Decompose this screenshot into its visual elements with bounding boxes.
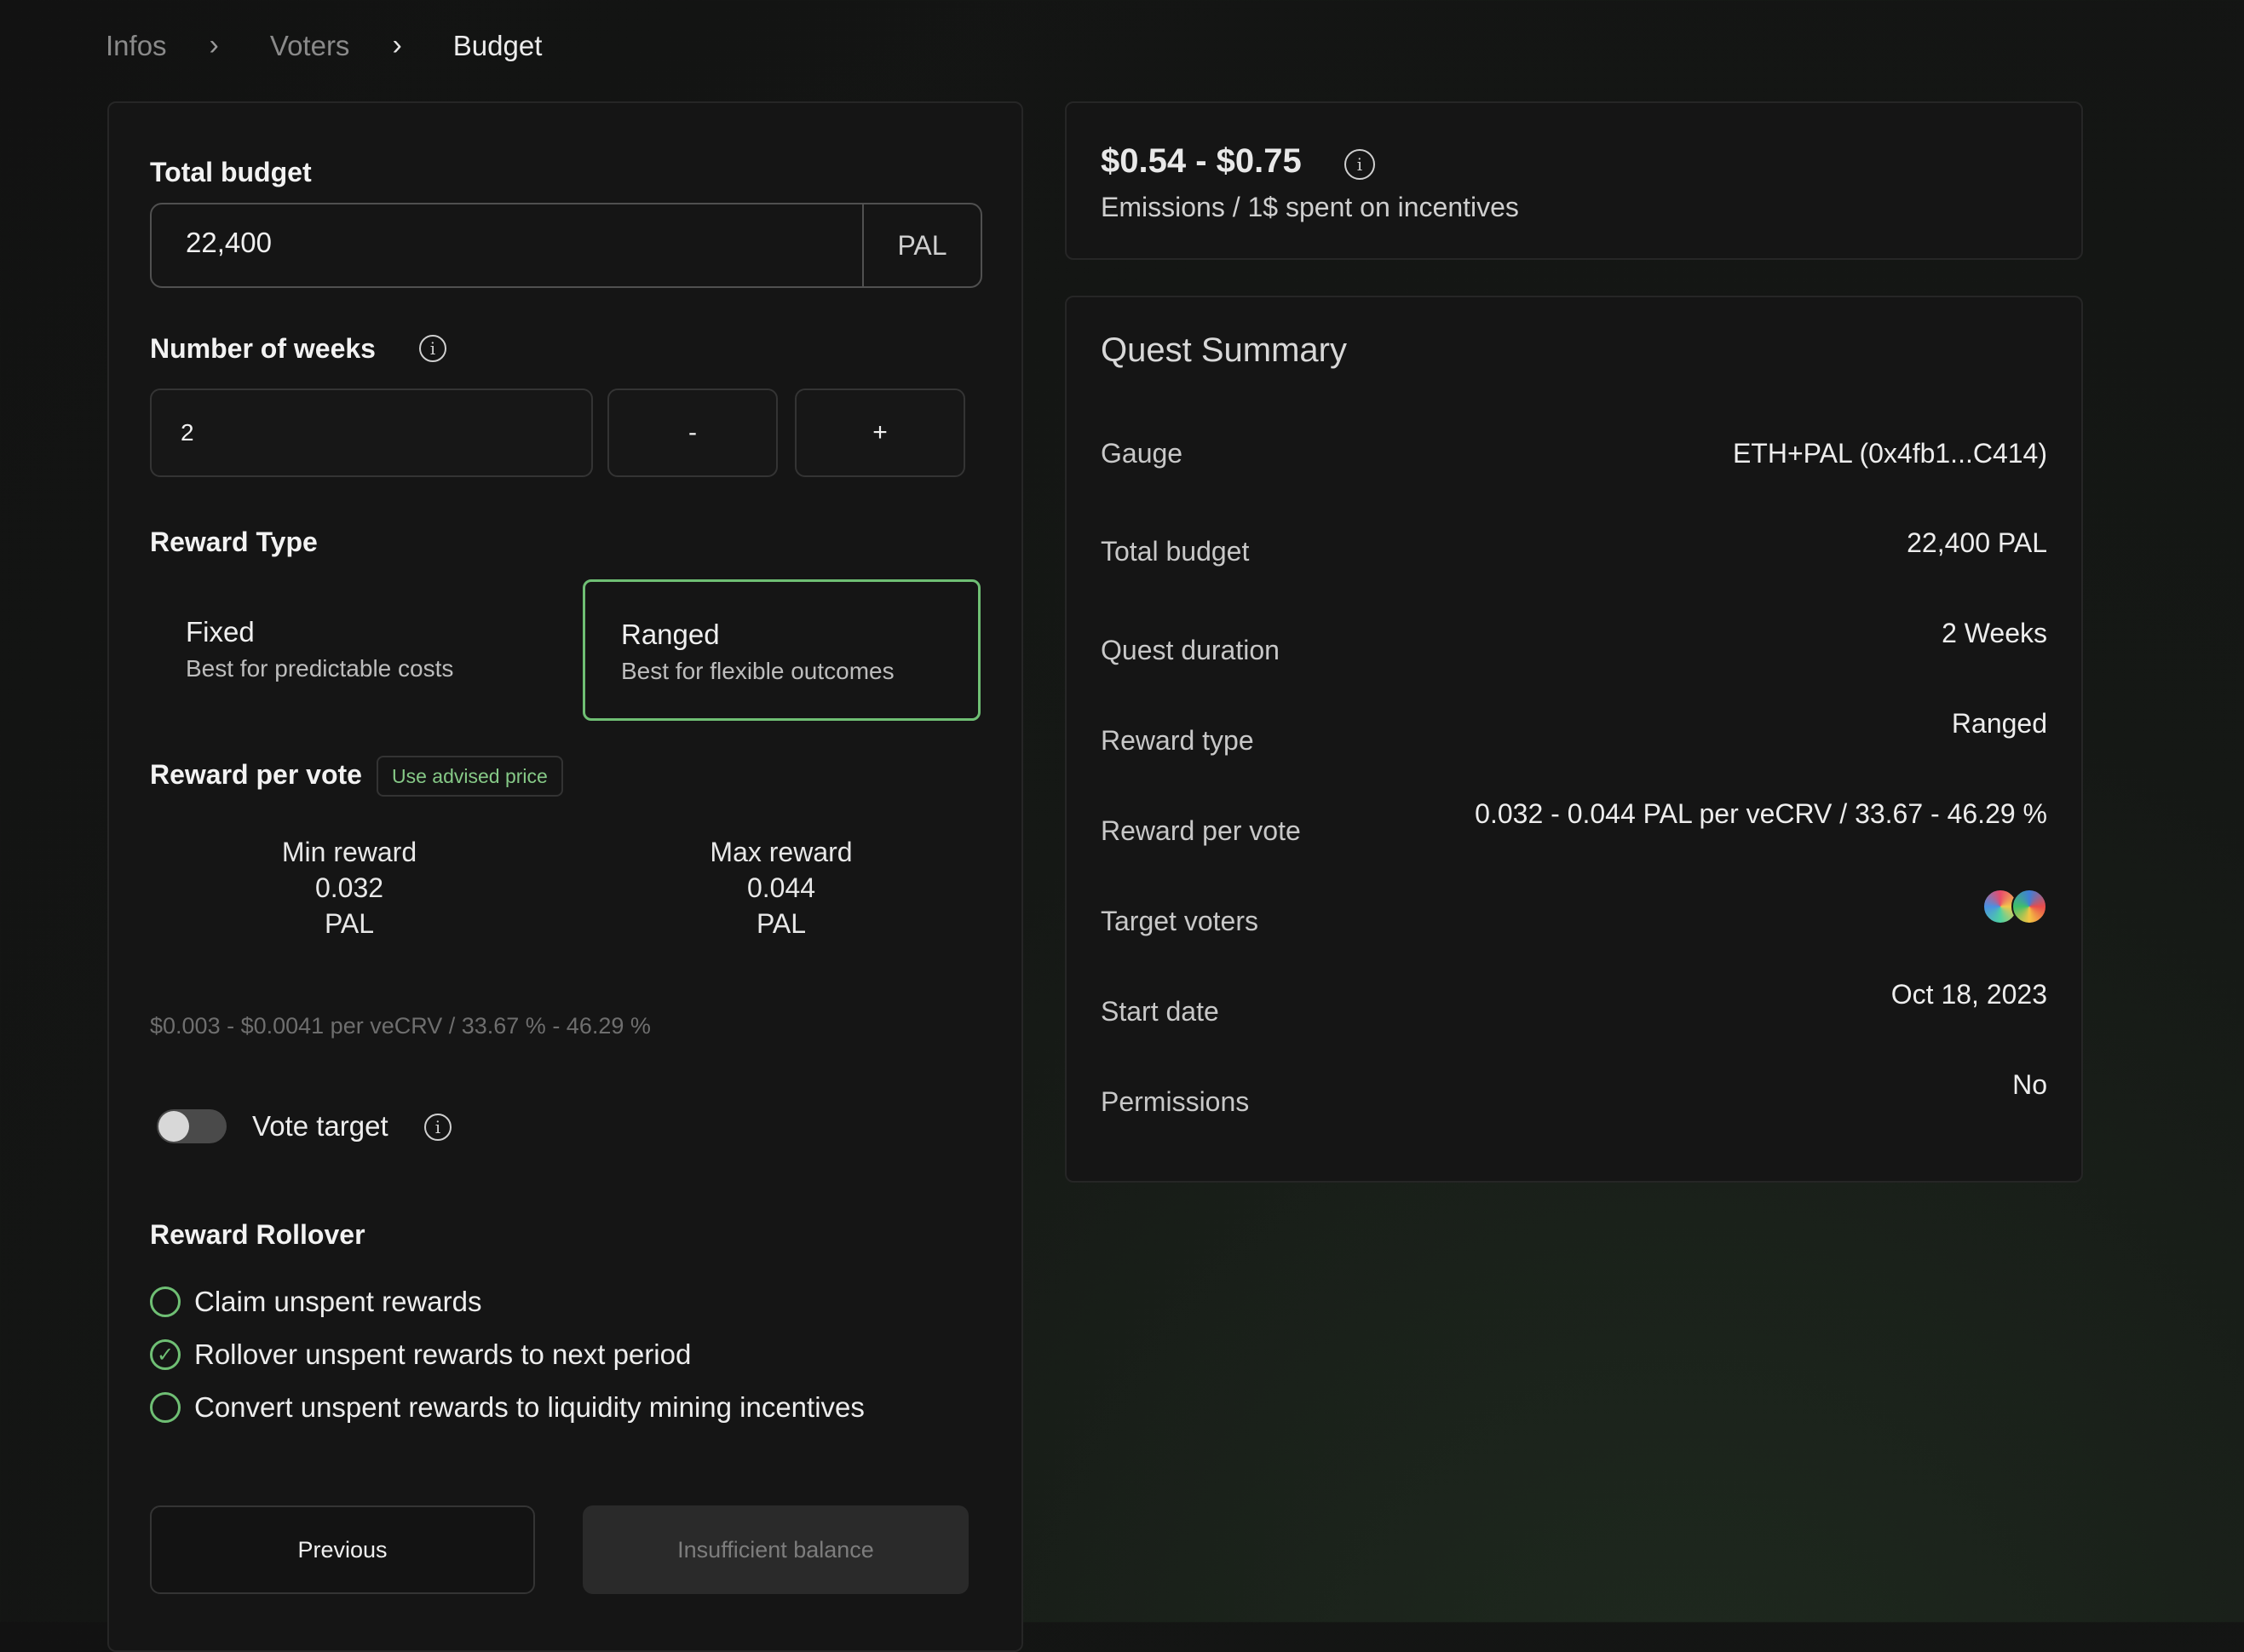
reward-type-title: Ranged xyxy=(621,619,720,650)
total-budget-field[interactable]: 22,400 PAL xyxy=(150,203,982,288)
summary-label-permissions: Permissions xyxy=(1101,1086,1250,1117)
min-reward[interactable]: Min reward 0.032 PAL xyxy=(222,834,477,941)
breadcrumb-infos[interactable]: Infos xyxy=(106,30,167,62)
rollover-option-claim[interactable]: Claim unspent rewards xyxy=(150,1286,481,1318)
summary-label-reward-per-vote: Reward per vote xyxy=(1101,815,1301,846)
summary-value-gauge: ETH+PAL (0x4fb1...C414) xyxy=(1732,438,2047,469)
summary-value-total-budget: 22,400 PAL xyxy=(1907,527,2047,558)
info-icon[interactable]: i xyxy=(424,1114,452,1141)
vote-target-toggle[interactable] xyxy=(157,1109,227,1143)
reward-type-subtitle: Best for flexible outcomes xyxy=(621,658,895,684)
rollover-option-label: Claim unspent rewards xyxy=(194,1286,482,1317)
info-icon[interactable]: i xyxy=(419,335,446,362)
summary-label-start-date: Start date xyxy=(1101,996,1219,1027)
reward-type-ranged[interactable]: Ranged Best for flexible outcomes xyxy=(583,579,981,721)
reward-rollover-label: Reward Rollover xyxy=(150,1219,365,1250)
summary-value-reward-type: Ranged xyxy=(1951,708,2047,739)
summary-label-duration: Quest duration xyxy=(1101,635,1280,665)
weeks-input[interactable]: 2 xyxy=(150,389,593,477)
insufficient-balance-button[interactable]: Insufficient balance xyxy=(583,1505,969,1594)
max-reward-label: Max reward xyxy=(710,837,853,867)
summary-value-duration: 2 Weeks xyxy=(1942,618,2047,648)
rollover-option-label: Convert unspent rewards to liquidity min… xyxy=(194,1391,865,1423)
rollover-option-label: Rollover unspent rewards to next period xyxy=(194,1338,692,1370)
total-budget-label: Total budget xyxy=(150,157,312,187)
reward-type-subtitle: Best for predictable costs xyxy=(186,655,454,682)
voter-avatar-icon xyxy=(2011,889,2047,924)
rollover-option-next-period[interactable]: ✓ Rollover unspent rewards to next perio… xyxy=(150,1338,691,1371)
breadcrumb: Infos › Voters › Budget xyxy=(106,29,542,62)
reward-type-fixed[interactable]: Fixed Best for predictable costs xyxy=(150,579,542,721)
emissions-card: $0.54 - $0.75 i Emissions / 1$ spent on … xyxy=(1065,101,2083,260)
min-reward-value[interactable]: 0.032 xyxy=(222,870,477,906)
quest-summary-card: Quest Summary Gauge ETH+PAL (0x4fb1...C4… xyxy=(1065,296,2083,1183)
summary-value-reward-per-vote: 0.032 - 0.044 PAL per veCRV / 33.67 - 46… xyxy=(1475,798,2047,829)
min-reward-unit: PAL xyxy=(324,908,375,939)
chevron-right-icon: › xyxy=(392,29,402,61)
total-budget-value[interactable]: 22,400 xyxy=(186,227,272,259)
reward-usd-note: $0.003 - $0.0041 per veCRV / 33.67 % - 4… xyxy=(150,1013,651,1039)
check-circle-icon[interactable]: ✓ xyxy=(150,1339,181,1370)
radio-unchecked-icon[interactable] xyxy=(150,1392,181,1423)
budget-form-card: Total budget 22,400 PAL Number of weeks … xyxy=(107,101,1023,1652)
vote-target-label: Vote target xyxy=(252,1110,388,1142)
toggle-knob xyxy=(158,1111,189,1142)
max-reward-unit: PAL xyxy=(756,908,807,939)
summary-value-permissions: No xyxy=(2012,1069,2047,1100)
radio-unchecked-icon[interactable] xyxy=(150,1286,181,1317)
reward-type-label: Reward Type xyxy=(150,527,318,557)
reward-per-vote-label: Reward per vote xyxy=(150,759,362,790)
weeks-decrement-button[interactable]: - xyxy=(607,389,778,477)
min-reward-label: Min reward xyxy=(281,837,417,867)
reward-type-title: Fixed xyxy=(186,616,255,648)
max-reward-value[interactable]: 0.044 xyxy=(653,870,909,906)
summary-label-gauge: Gauge xyxy=(1101,438,1183,469)
rollover-option-convert[interactable]: Convert unspent rewards to liquidity min… xyxy=(150,1391,865,1424)
previous-button[interactable]: Previous xyxy=(150,1505,535,1594)
emissions-subtitle: Emissions / 1$ spent on incentives xyxy=(1101,192,1519,222)
summary-title: Quest Summary xyxy=(1101,331,1347,369)
summary-label-target-voters: Target voters xyxy=(1101,906,1258,936)
target-voters-avatars xyxy=(1982,889,2047,924)
breadcrumb-voters[interactable]: Voters xyxy=(270,30,350,62)
weeks-label: Number of weeks xyxy=(150,333,376,364)
chevron-right-icon: › xyxy=(209,29,219,61)
weeks-increment-button[interactable]: + xyxy=(795,389,965,477)
breadcrumb-budget: Budget xyxy=(452,29,543,61)
summary-label-reward-type: Reward type xyxy=(1101,725,1254,756)
summary-value-start-date: Oct 18, 2023 xyxy=(1890,979,2047,1010)
summary-label-total-budget: Total budget xyxy=(1101,536,1250,567)
use-advised-price-button[interactable]: Use advised price xyxy=(377,756,563,797)
budget-unit: PAL xyxy=(862,204,981,286)
info-icon[interactable]: i xyxy=(1344,149,1375,180)
emissions-range: $0.54 - $0.75 xyxy=(1101,142,1302,180)
max-reward[interactable]: Max reward 0.044 PAL xyxy=(653,834,909,941)
weeks-value[interactable]: 2 xyxy=(181,419,194,446)
